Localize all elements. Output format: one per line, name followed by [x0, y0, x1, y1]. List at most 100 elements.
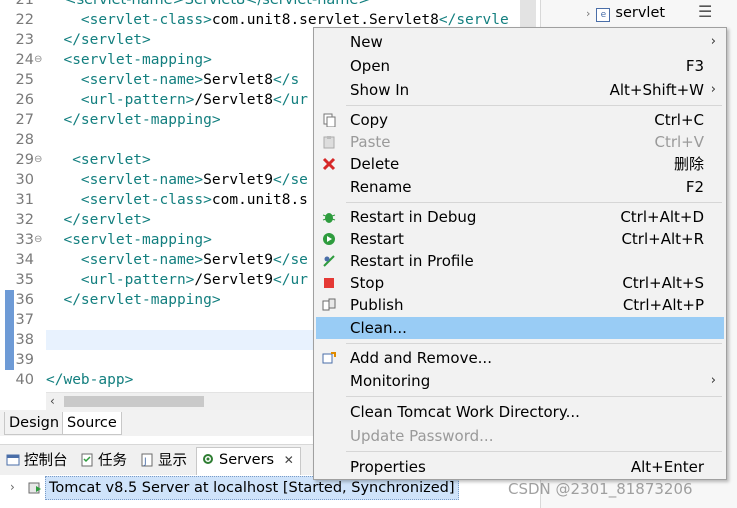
menu-item-label: New: [350, 33, 383, 51]
menu-item-monitoring[interactable]: Monitoring ›: [316, 370, 724, 392]
outline-item-servlet[interactable]: › e servlet: [586, 2, 665, 25]
menu-item-label: Properties: [350, 458, 426, 476]
menu-item-label: Restart: [350, 230, 404, 248]
collapse-all-icon[interactable]: ☰: [698, 2, 712, 21]
menu-item-restart[interactable]: Restart Ctrl+Alt+R: [316, 228, 724, 250]
tomcat-server-icon: [28, 482, 41, 494]
svg-text:J: J: [143, 457, 147, 467]
line-number: 23: [15, 32, 34, 48]
menu-item-label: Paste: [350, 133, 391, 151]
menu-item-label: Delete: [350, 155, 400, 173]
submenu-arrow-icon: ›: [710, 82, 716, 97]
menu-item-label: Open: [350, 57, 391, 75]
close-icon[interactable]: ✕: [284, 453, 294, 467]
menu-item-shortcut: Ctrl+V: [654, 133, 704, 151]
menu-item-stop[interactable]: Stop Ctrl+Alt+S: [316, 272, 724, 294]
code-text: <servlet-name>Servlet8</s: [80, 72, 300, 88]
outline-item-label: servlet: [615, 5, 666, 21]
menu-item-properties[interactable]: Properties Alt+Enter: [316, 456, 724, 478]
code-text: </web-app>: [46, 372, 134, 388]
menu-item-add-and-remove[interactable]: Add and Remove...: [316, 347, 724, 369]
console-icon: [6, 454, 20, 466]
menu-item-new[interactable]: New ›: [316, 31, 724, 53]
tab-servers[interactable]: Servers ✕: [196, 447, 301, 476]
expand-icon[interactable]: ›: [586, 7, 590, 20]
scrollbar-thumb[interactable]: [64, 396, 204, 407]
add-remove-icon: [322, 352, 336, 364]
menu-separator: [346, 105, 722, 106]
submenu-arrow-icon: ›: [710, 373, 716, 388]
menu-item-label: Show In: [350, 81, 410, 99]
fold-toggle-icon[interactable]: ⊖: [34, 230, 42, 250]
tab-design[interactable]: Design: [4, 412, 65, 435]
line-number: 26: [15, 92, 34, 108]
publish-icon: [322, 298, 336, 311]
tab-tasks-label: 任务: [98, 453, 127, 469]
fold-toggle-icon[interactable]: ⊖: [34, 150, 42, 170]
expand-icon[interactable]: ›: [10, 480, 15, 494]
line-number: 22: [15, 12, 34, 28]
editor-vertical-scrollbar[interactable]: [520, 0, 536, 30]
tab-console[interactable]: 控制台: [6, 449, 68, 473]
line-number: 24: [15, 52, 34, 68]
line-number: 25: [15, 72, 34, 88]
code-text: <servlet-class>com.unit8.s: [80, 192, 308, 208]
menu-separator: [346, 451, 722, 452]
tab-console-label: 控制台: [24, 453, 68, 469]
menu-item-label: Restart in Profile: [350, 252, 474, 270]
debug-icon: [322, 213, 336, 223]
menu-item-shortcut: Ctrl+Alt+R: [621, 230, 704, 248]
menu-separator: [346, 202, 722, 203]
line-number: 32: [15, 212, 34, 228]
tab-tasks[interactable]: 任务: [80, 449, 127, 473]
menu-item-restart-in-debug[interactable]: Restart in Debug Ctrl+Alt+D: [316, 206, 724, 228]
code-text: <url-pattern>/Servlet8</ur: [80, 92, 308, 108]
line-number: 34: [15, 252, 34, 268]
menu-item-restart-in-profile[interactable]: Restart in Profile: [316, 250, 724, 272]
line-number: 33: [15, 232, 34, 248]
menu-item-shortcut: 删除: [673, 155, 704, 173]
delete-icon: [322, 157, 336, 171]
menu-item-delete[interactable]: Delete 删除: [316, 153, 724, 175]
menu-item-open[interactable]: Open F3: [316, 55, 724, 77]
menu-item-label: Publish: [350, 296, 404, 314]
code-text: </servlet-mapping>: [63, 292, 221, 308]
menu-item-label: Rename: [350, 178, 412, 196]
menu-item-show-in[interactable]: Show In Alt+Shift+W ›: [316, 79, 724, 101]
menu-item-copy[interactable]: Copy Ctrl+C: [316, 109, 724, 131]
menu-item-rename[interactable]: Rename F2: [316, 176, 724, 198]
line-number: 30: [15, 172, 34, 188]
line-number: 36: [15, 292, 34, 308]
watermark: CSDN @2301_81873206: [508, 480, 693, 498]
stop-icon: [324, 278, 334, 288]
line-number: 21: [15, 0, 34, 8]
menu-item-clean-tomcat-work-directory[interactable]: Clean Tomcat Work Directory...: [316, 401, 724, 423]
code-text: <servlet-name>Servlet9</se: [80, 172, 308, 188]
fold-toggle-icon[interactable]: ⊖: [34, 50, 42, 70]
element-icon: e: [596, 8, 611, 22]
tab-display[interactable]: J 显示: [140, 449, 187, 473]
tab-source[interactable]: Source: [62, 412, 122, 435]
profile-icon: [323, 255, 335, 267]
menu-item-label: Add and Remove...: [350, 349, 492, 367]
line-number: 28: [15, 132, 34, 148]
paste-icon: [323, 136, 335, 149]
menu-item-shortcut: F3: [685, 57, 704, 75]
line-number: 39: [15, 352, 34, 368]
tab-servers-label: Servers: [219, 452, 275, 468]
line-number: 27: [15, 112, 34, 128]
code-text: <servlet-mapping>: [63, 232, 212, 248]
menu-item-label: Stop: [350, 274, 385, 292]
scroll-left-icon[interactable]: ‹: [50, 393, 55, 409]
menu-item-publish[interactable]: Publish Ctrl+Alt+P: [316, 294, 724, 316]
menu-separator: [346, 396, 722, 397]
line-number: 37: [15, 312, 34, 328]
code-text: <url-pattern>/Servlet9</ur: [80, 272, 308, 288]
line-number: 35: [15, 272, 34, 288]
line-number: 29: [15, 152, 34, 168]
display-icon: J: [141, 453, 153, 467]
menu-item-clean[interactable]: Clean...: [316, 317, 724, 339]
code-text: </servlet-mapping>: [63, 112, 221, 128]
menu-item-shortcut: Alt+Shift+W: [609, 81, 704, 99]
menu-item-paste: Paste Ctrl+V: [316, 131, 724, 153]
